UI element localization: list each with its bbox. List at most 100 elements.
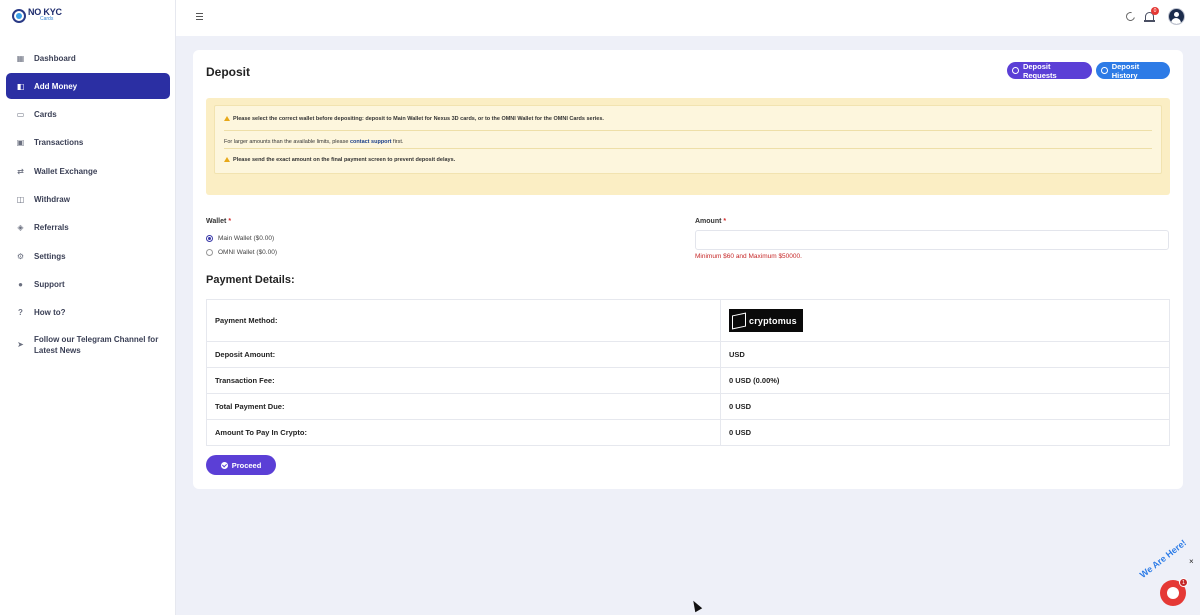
page-title: Deposit	[206, 65, 251, 79]
sidebar-item-withdraw[interactable]: ◫ Withdraw	[6, 186, 170, 212]
check-circle-icon	[220, 461, 228, 469]
sidebar: NO KYC Cards ▦ Dashboard ◧ Add Money ▭ C…	[0, 0, 176, 615]
cube-icon	[732, 312, 746, 329]
sidebar-item-label: Cards	[34, 110, 57, 120]
dashboard-icon: ▦	[16, 53, 25, 63]
wallet-label: Wallet *	[206, 218, 231, 225]
payment-method-label: Payment Method:	[206, 299, 721, 342]
sidebar-item-label: Follow our Telegram Channel for Latest N…	[34, 334, 159, 355]
table-row: Transaction Fee: 0 USD (0.00%)	[206, 367, 1170, 394]
wallet-option-main[interactable]: Main Wallet ($0.00)	[206, 235, 274, 242]
sidebar-item-cards[interactable]: ▭ Cards	[6, 102, 170, 128]
chat-banner[interactable]: We Are Here!	[1138, 538, 1188, 580]
withdraw-icon: ◫	[16, 194, 25, 204]
sidebar-item-label: Support	[34, 279, 65, 289]
card-icon: ▭	[16, 110, 25, 120]
logo-icon	[12, 9, 26, 23]
wallet-option-omni[interactable]: OMNI Wallet ($0.00)	[206, 249, 277, 256]
notice-line-exact-amount: Please send the exact amount on the fina…	[224, 157, 455, 163]
table-row: Payment Method: cryptomus	[206, 299, 1170, 342]
notification-badge: 0	[1151, 7, 1159, 15]
sidebar-item-add-money[interactable]: ◧ Add Money	[6, 73, 170, 100]
sidebar-item-telegram[interactable]: ➤ Follow our Telegram Channel for Latest…	[6, 330, 170, 360]
wallet-option-label: Main Wallet ($0.00)	[218, 235, 275, 242]
dark-mode-icon[interactable]	[1124, 10, 1137, 23]
deposit-requests-button[interactable]: Deposit Requests	[1007, 61, 1092, 80]
cryptomus-logo-text: cryptomus	[749, 315, 797, 326]
sidebar-nav: ▦ Dashboard ◧ Add Money ▭ Cards ▣ Transa…	[6, 45, 170, 362]
payment-details-title: Payment Details:	[206, 274, 295, 286]
notice-text: Please select the correct wallet before …	[233, 116, 604, 122]
contact-support-link[interactable]: contact support	[350, 139, 392, 145]
sidebar-item-label: Wallet Exchange	[34, 166, 98, 176]
history-icon	[1101, 67, 1108, 74]
sidebar-item-label: Withdraw	[34, 194, 70, 204]
row-value: 0 USD (0.00%)	[720, 367, 1170, 394]
sidebar-item-label: Add Money	[34, 81, 78, 91]
telegram-icon: ➤	[17, 340, 24, 350]
radio-button[interactable]	[206, 249, 213, 256]
wallet-option-label: OMNI Wallet ($0.00)	[218, 249, 277, 256]
menu-toggle-icon[interactable]	[196, 13, 203, 22]
notice-line-wallet: Please select the correct wallet before …	[224, 116, 604, 122]
payment-details-table: Payment Method: cryptomus Deposit Amount…	[206, 299, 1170, 446]
amount-hint: Minimum $60 and Maximum $50000.	[695, 253, 802, 260]
chat-close-button[interactable]: ×	[1189, 557, 1194, 566]
chat-unread-badge: 1	[1179, 578, 1188, 587]
row-label: Deposit Amount:	[206, 341, 721, 368]
wallet-label-text: Wallet	[206, 218, 227, 225]
deposit-requests-label: Deposit Requests	[1022, 61, 1057, 80]
history-icon	[1012, 67, 1019, 74]
sidebar-item-how-to[interactable]: ? How to?	[6, 300, 170, 326]
row-label: Transaction Fee:	[206, 367, 721, 394]
amount-label-text: Amount	[695, 218, 722, 225]
deposit-card: Deposit Deposit Requests Deposit History…	[193, 50, 1183, 489]
notice-text: For larger amounts than the available li…	[224, 139, 350, 145]
row-value: 0 USD	[720, 393, 1170, 420]
brand-title: NO KYC	[28, 7, 62, 17]
notice-box: Please select the correct wallet before …	[206, 98, 1170, 195]
mouse-cursor-icon	[689, 598, 703, 613]
sidebar-item-label: Settings	[34, 251, 66, 261]
payment-method-cell: cryptomus	[720, 299, 1170, 342]
required-mark: *	[228, 218, 232, 225]
notice-text: Please send the exact amount on the fina…	[233, 157, 456, 163]
notification-bell-icon[interactable]: 0	[1144, 7, 1159, 23]
row-label: Total Payment Due:	[206, 393, 721, 420]
brand-logo[interactable]: NO KYC Cards	[12, 7, 62, 23]
amount-input[interactable]	[695, 230, 1169, 250]
proceed-label: Proceed	[231, 460, 262, 470]
sidebar-item-label: Dashboard	[34, 53, 76, 63]
warning-icon	[224, 157, 230, 162]
row-value: 0 USD	[720, 419, 1170, 446]
sidebar-item-wallet-exchange[interactable]: ⇄ Wallet Exchange	[6, 158, 170, 184]
info-icon: ●	[18, 279, 23, 289]
deposit-history-button[interactable]: Deposit History	[1096, 62, 1170, 80]
row-label: Amount To Pay In Crypto:	[206, 419, 721, 446]
table-row: Total Payment Due: 0 USD	[206, 393, 1170, 420]
notice-line-limits: For larger amounts than the available li…	[224, 139, 403, 145]
sidebar-item-settings[interactable]: ⚙ Settings	[6, 243, 170, 269]
proceed-button[interactable]: Proceed	[206, 455, 276, 475]
referrals-icon: ◈	[17, 223, 24, 233]
avatar[interactable]	[1168, 8, 1185, 25]
exchange-icon: ⇄	[17, 166, 24, 176]
cryptomus-logo: cryptomus	[729, 309, 803, 332]
radio-button[interactable]	[206, 235, 213, 242]
table-row: Amount To Pay In Crypto: 0 USD	[206, 419, 1170, 446]
sidebar-item-referrals[interactable]: ◈ Referrals	[6, 215, 170, 241]
sidebar-item-dashboard[interactable]: ▦ Dashboard	[6, 45, 170, 71]
sidebar-item-transactions[interactable]: ▣ Transactions	[6, 130, 170, 156]
row-value: USD	[720, 341, 1170, 368]
table-row: Deposit Amount: USD	[206, 341, 1170, 368]
transactions-icon: ▣	[16, 138, 25, 148]
sidebar-item-support[interactable]: ● Support	[6, 271, 170, 297]
sidebar-item-label: How to?	[34, 308, 66, 318]
warning-icon	[224, 116, 230, 121]
notice-inner: Please select the correct wallet before …	[214, 105, 1162, 174]
wallet-add-icon: ◧	[16, 81, 25, 91]
topbar: 0	[176, 0, 1200, 36]
notice-text: first.	[391, 139, 404, 145]
sidebar-item-label: Transactions	[34, 138, 84, 148]
brand-subtitle: Cards	[40, 16, 54, 22]
